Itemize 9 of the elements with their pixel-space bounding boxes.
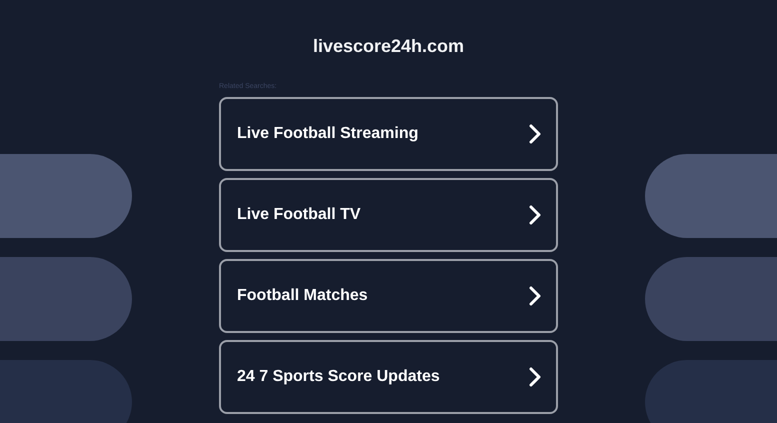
site-title: livescore24h.com (312, 35, 464, 58)
search-link[interactable]: Football Matches (219, 259, 558, 333)
search-link[interactable]: 24 7 Sports Score Updates (219, 340, 558, 414)
search-link[interactable]: Live Football Streaming (219, 97, 558, 171)
chevron-right-icon (529, 124, 541, 144)
chevron-right-icon (529, 286, 541, 306)
chevron-right-icon (529, 205, 541, 225)
search-link[interactable]: Live Football TV (219, 178, 558, 252)
chevron-right-icon (529, 367, 541, 387)
